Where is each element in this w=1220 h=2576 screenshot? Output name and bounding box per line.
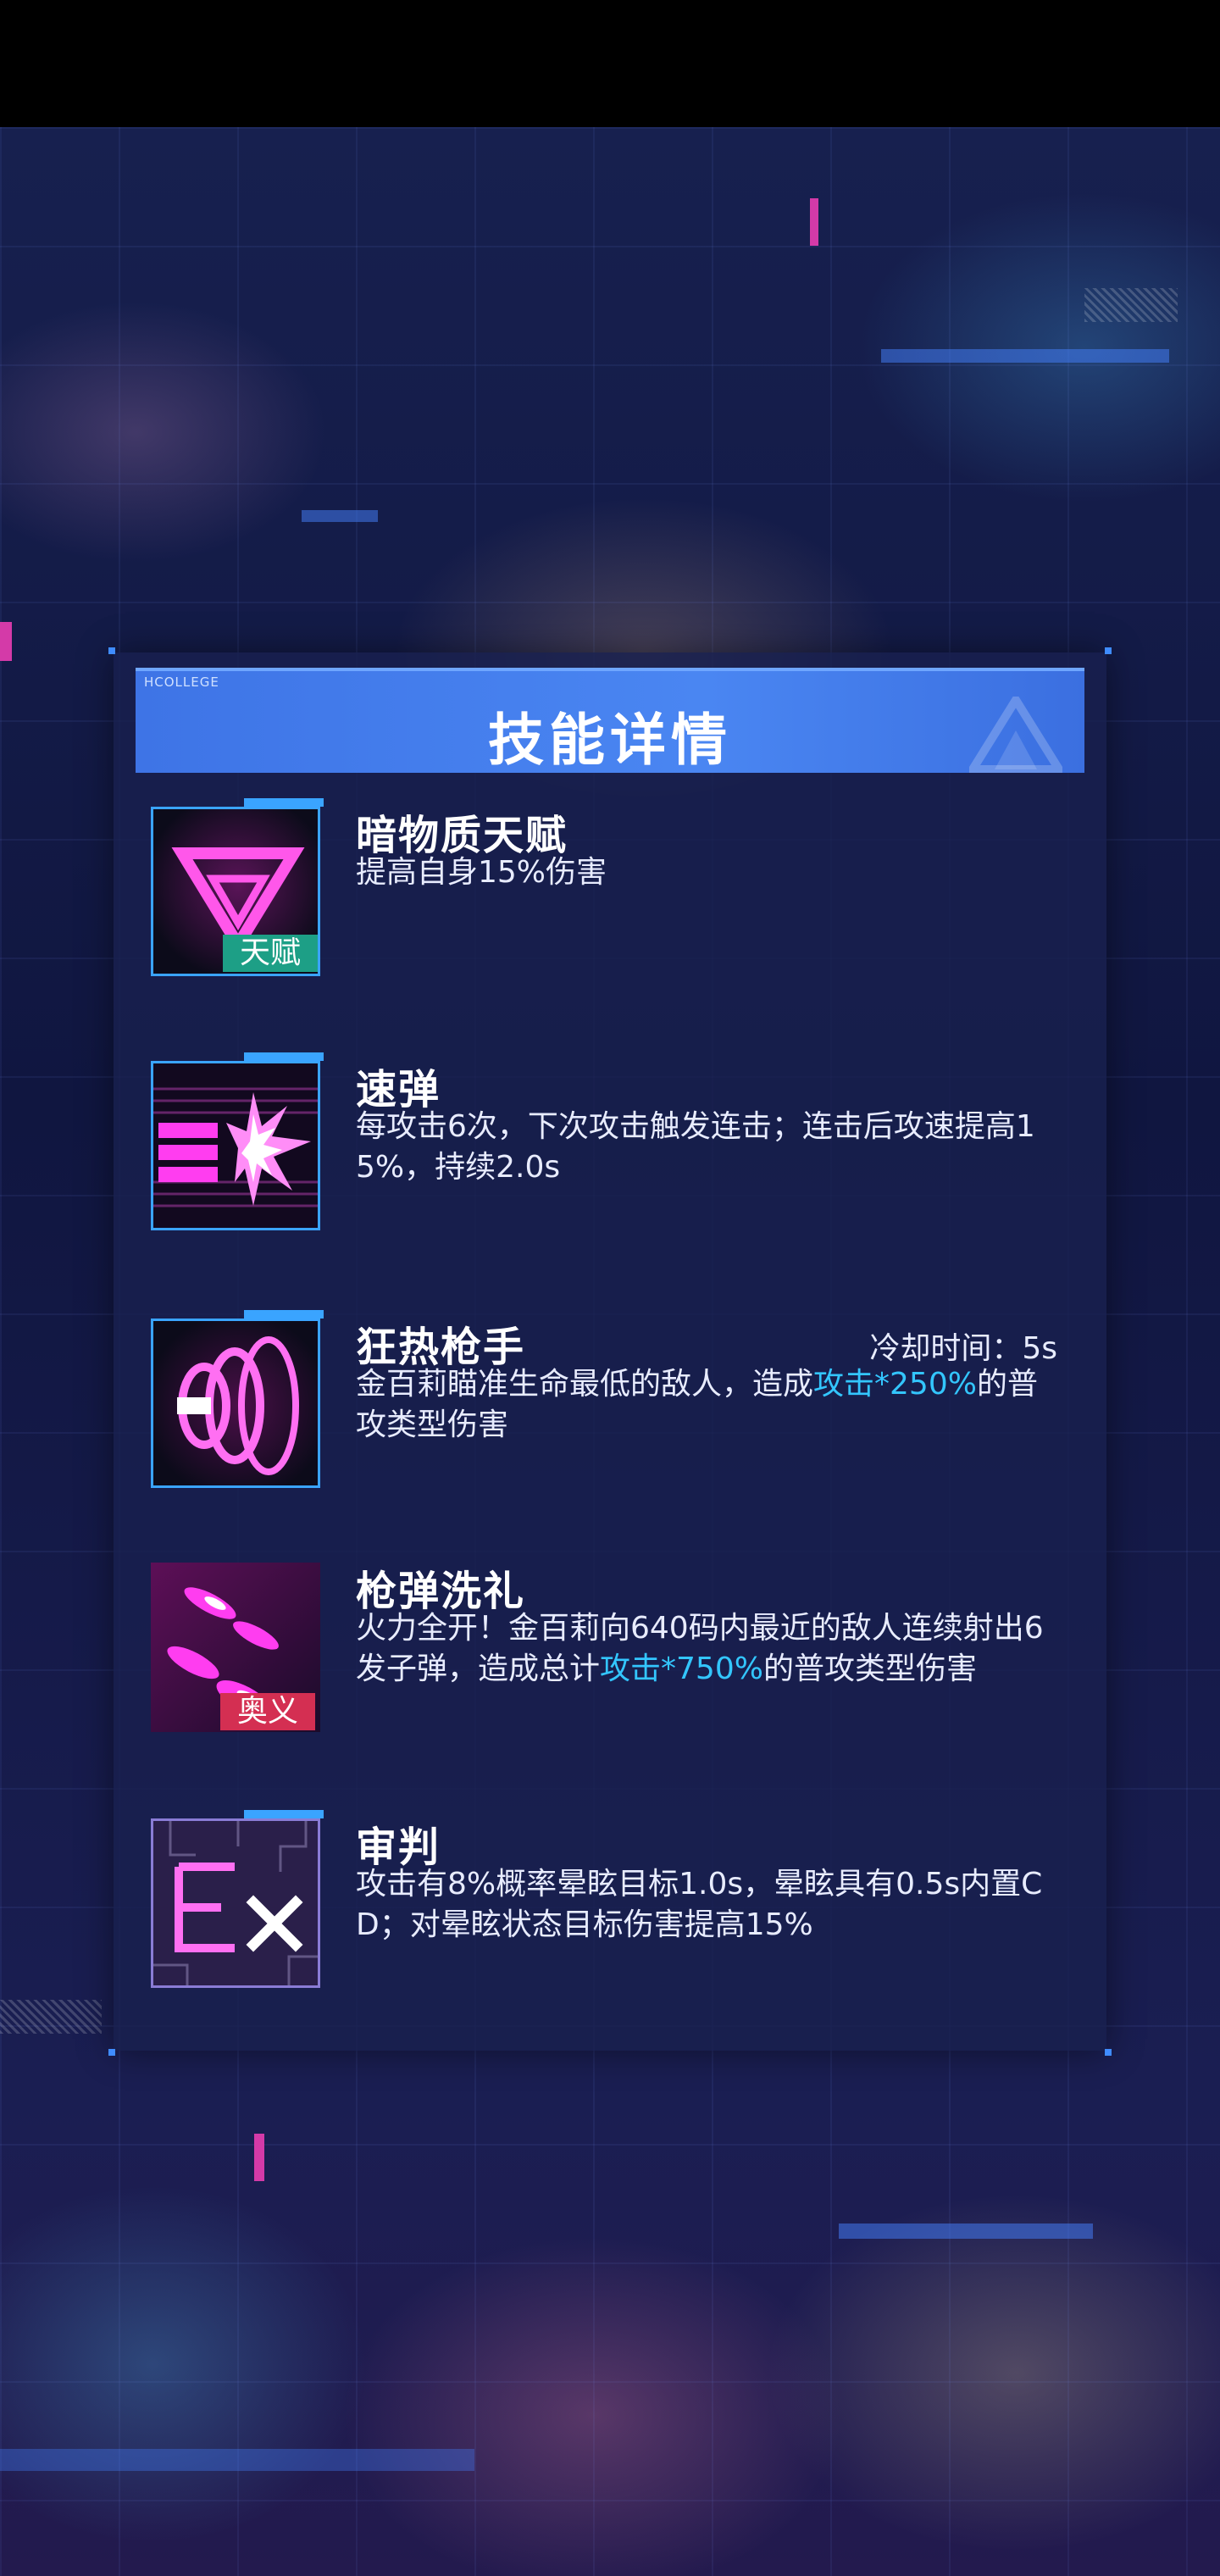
panel-corner (1105, 2049, 1112, 2056)
icon-frame-tab (244, 1052, 324, 1061)
talent-badge: 天赋 (223, 935, 318, 972)
bullet-storm-icon[interactable]: 奥义 (151, 1563, 320, 1732)
ex-judgement-icon[interactable] (151, 1818, 320, 1988)
icon-frame-tab (244, 1310, 324, 1319)
desc-text: 的普攻类型伤害 (762, 1652, 977, 1686)
skill-description: 提高自身15%伤害 (356, 855, 607, 890)
icon-frame-tab (244, 798, 324, 807)
glitch-decoration (839, 2223, 1093, 2239)
panel-corner (108, 647, 115, 654)
glitch-decoration (0, 622, 12, 661)
brand-logo-icon (969, 697, 1062, 773)
desc-text: 金百莉瞄准生命最低的敌人，造成 (356, 1367, 814, 1402)
panel-header: HCOLLEGE 技能详情 (136, 668, 1084, 773)
glitch-decoration (0, 2000, 102, 2034)
panel-title: 技能详情 (488, 708, 732, 773)
brand-tag: HCOLLEGE (144, 675, 219, 690)
skill-description: 金百莉瞄准生命最低的敌人，造成攻击*250%的普攻类型伤害 (356, 1364, 1059, 1446)
top-status-bar (0, 0, 1220, 127)
glitch-decoration (302, 510, 378, 522)
panel-corner (108, 2049, 115, 2056)
damage-highlight: 攻击*750% (600, 1652, 763, 1686)
glitch-decoration (254, 2134, 264, 2181)
skill-description: 火力全开！金百莉向640码内最近的敌人连续射出6发子弹，造成总计攻击*750%的… (356, 1608, 1059, 1690)
glitch-decoration (0, 2449, 474, 2471)
glitch-decoration (810, 198, 818, 246)
skill-description: 攻击有8%概率晕眩目标1.0s，晕眩具有0.5s内置CD；对晕眩状态目标伤害提高… (356, 1867, 1043, 1942)
damage-highlight: 攻击*250% (813, 1367, 977, 1402)
glitch-decoration (881, 349, 1169, 363)
panel-corner (1105, 647, 1112, 654)
glitch-decoration (1084, 288, 1178, 322)
speed-bullet-icon[interactable] (151, 1061, 320, 1230)
inverted-triangle-icon[interactable]: 天赋 (151, 807, 320, 976)
skill-details-panel: HCOLLEGE 技能详情 天赋 暗物质天赋 提高自身15%伤害 速弹 每攻击6… (108, 647, 1112, 2056)
icon-frame-tab (244, 1810, 324, 1818)
skill-description: 每攻击6次，下次攻击触发连击；连击后攻速提高15%，持续2.0s (356, 1109, 1035, 1185)
ultimate-badge: 奥义 (220, 1693, 315, 1730)
rapid-gun-icon[interactable] (151, 1319, 320, 1488)
cooldown-label: 冷却时间：5s (869, 1331, 1057, 1366)
